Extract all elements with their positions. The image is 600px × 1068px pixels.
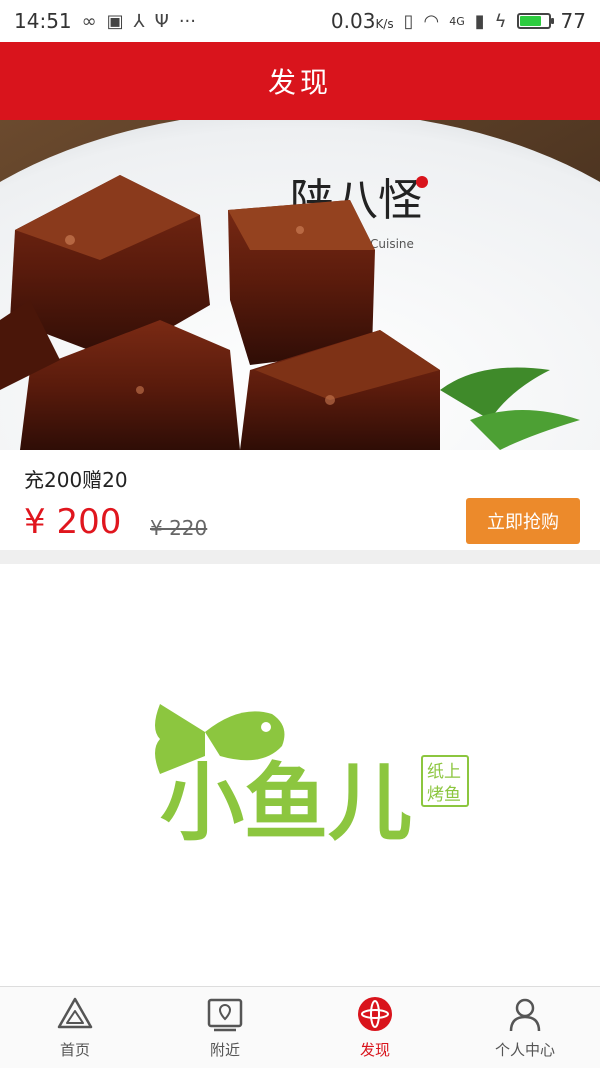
logo-stamp-line1: 纸上 [427, 762, 461, 782]
tab-discover-label: 发现 [359, 1041, 390, 1059]
page-title: 发现 [267, 66, 332, 99]
product-name: 充200赠20 [24, 468, 128, 492]
infinity-icon: ∞ [81, 10, 97, 32]
tab-nearby[interactable]: 附近 [150, 987, 300, 1068]
home-icon [57, 997, 93, 1029]
network-type: 4G [449, 14, 465, 28]
user-icon [509, 998, 541, 1032]
tab-nearby-label: 附近 [209, 1041, 240, 1059]
status-time: 14:51 [14, 9, 72, 33]
section-divider [0, 550, 600, 564]
signal-icon: ▮ [474, 10, 485, 32]
fish-eye [261, 722, 271, 732]
tab-home[interactable]: 首页 [0, 987, 150, 1068]
map-icon [207, 998, 243, 1032]
current-price: ¥ 200 [24, 502, 122, 542]
plate-subtext: Cuisine [370, 237, 414, 251]
vibrate-icon: ▯ [403, 10, 414, 32]
brand-logo-section[interactable]: 小鱼儿 纸上 烤鱼 [0, 564, 600, 986]
share-icon: ⅄ [133, 10, 145, 32]
logo-main-text: 小鱼儿 [160, 754, 412, 852]
xiaoyuer-logo: 小鱼儿 纸上 烤鱼 [155, 704, 469, 852]
status-bar-left: 14:51 ∞ ▣ ⅄ Ψ ··· [14, 9, 196, 33]
status-bar-right: 0.03K/s ▯ ◠ 4G ▮ ϟ 77 [331, 9, 586, 33]
product-info: 充200赠20 ¥ 200 ¥ 220 立即抢购 [0, 450, 600, 550]
braised-pork-image: 陕八怪 Cuisine [0, 120, 600, 450]
bottom-tab-bar: 首页 附近 发现 个人中心 [0, 986, 600, 1068]
network-speed: 0.03K/s [331, 9, 394, 33]
more-icon: ··· [178, 10, 196, 32]
title-bar: 发现 [0, 42, 600, 120]
battery-fill [519, 16, 541, 26]
tab-home-label: 首页 [59, 1041, 90, 1059]
image-icon: ▣ [106, 10, 124, 32]
wifi-icon: ◠ [423, 10, 440, 32]
original-price: ¥ 220 [150, 516, 208, 540]
discover-icon [358, 997, 392, 1031]
usb-icon: Ψ [154, 10, 169, 32]
tab-profile[interactable]: 个人中心 [450, 987, 600, 1068]
logo-stamp-line2: 烤鱼 [427, 785, 461, 805]
battery-percent: 77 [560, 9, 586, 33]
battery-icon [516, 13, 554, 29]
fish-body [205, 711, 285, 761]
product-banner-image[interactable]: 陕八怪 Cuisine [0, 120, 600, 450]
status-bar: 14:51 ∞ ▣ ⅄ Ψ ··· 0.03K/s ▯ ◠ 4G ▮ ϟ 77 [0, 0, 600, 42]
tab-profile-label: 个人中心 [494, 1041, 555, 1059]
network-speed-value: 0.03 [330, 9, 376, 33]
tab-discover[interactable]: 发现 [300, 987, 450, 1068]
network-speed-unit: K/s [375, 17, 394, 31]
buy-now-button[interactable]: 立即抢购 [466, 498, 580, 544]
charging-icon: ϟ [494, 10, 507, 32]
